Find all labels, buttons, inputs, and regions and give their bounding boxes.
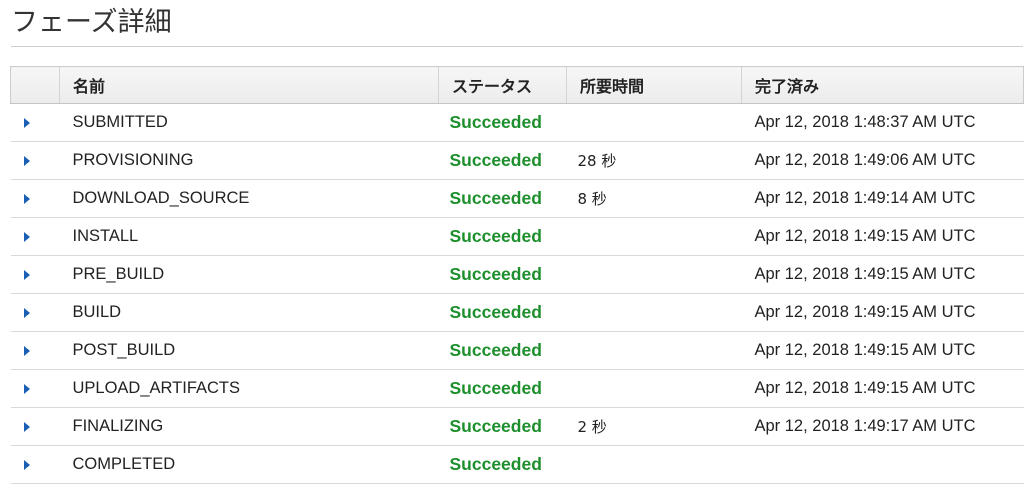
phase-completed-time: Apr 12, 2018 1:49:17 AM UTC: [741, 407, 1024, 446]
column-header-expand: [10, 66, 60, 104]
phase-name: DOWNLOAD_SOURCE: [59, 179, 439, 218]
phase-duration: [566, 331, 742, 370]
phase-status: Succeeded: [438, 217, 567, 256]
phase-status: Succeeded: [438, 141, 567, 180]
phase-name: INSTALL: [59, 217, 439, 256]
phase-completed-time: Apr 12, 2018 1:49:15 AM UTC: [741, 369, 1024, 408]
table-row[interactable]: BUILD Succeeded Apr 12, 2018 1:49:15 AM UT…: [10, 293, 1024, 332]
phase-completed-time: Apr 12, 2018 1:49:14 AM UTC: [741, 179, 1024, 218]
table-header-row: 名前 ステータス 所要時間 完了済み: [10, 66, 1024, 104]
phase-completed-time: Apr 12, 2018 1:49:15 AM UTC: [741, 255, 1024, 294]
row-expand-cell[interactable]: [10, 217, 60, 256]
phase-duration: [566, 293, 742, 332]
column-header-name[interactable]: 名前: [59, 66, 439, 104]
phase-status: Succeeded: [438, 103, 567, 142]
column-header-completed-label: 完了済み: [755, 77, 820, 96]
phase-completed-time: Apr 12, 2018 1:49:15 AM UTC: [741, 293, 1024, 332]
table-row[interactable]: COMPLETED Succeeded: [10, 445, 1024, 484]
phase-duration: 8 秒: [566, 179, 742, 218]
column-header-completed[interactable]: 完了済み: [741, 66, 1024, 104]
caret-right-icon[interactable]: [23, 421, 30, 432]
table-row[interactable]: POST_BUILD Succeeded Apr 12, 2018 1:49:15 …: [10, 331, 1024, 370]
phase-details-table: 名前 ステータス 所要時間 完了済み SUBMITTED Succeeded Apr…: [10, 66, 1024, 484]
caret-right-icon[interactable]: [23, 459, 30, 470]
phase-completed-time: Apr 12, 2018 1:48:37 AM UTC: [741, 103, 1024, 142]
phase-status: Succeeded: [438, 407, 567, 446]
phase-status: Succeeded: [438, 369, 567, 408]
phase-duration: 28 秒: [566, 141, 742, 180]
phase-completed-time: [741, 445, 1024, 484]
row-expand-cell[interactable]: [10, 407, 60, 446]
page-title: フェーズ詳細: [11, 7, 172, 38]
phase-completed-time: Apr 12, 2018 1:49:15 AM UTC: [741, 331, 1024, 370]
table-row[interactable]: PRE_BUILD Succeeded Apr 12, 2018 1:49:15 A…: [10, 255, 1024, 294]
caret-right-icon[interactable]: [23, 345, 30, 356]
phase-completed-time: Apr 12, 2018 1:49:06 AM UTC: [741, 141, 1024, 180]
phase-status: Succeeded: [438, 255, 567, 294]
phase-status: Succeeded: [438, 331, 567, 370]
table-row[interactable]: PROVISIONING Succeeded 28 秒 Apr 12, 2018 1:…: [10, 141, 1024, 180]
phase-status: Succeeded: [438, 445, 567, 484]
caret-right-icon[interactable]: [23, 117, 30, 128]
column-header-status-label: ステータス: [452, 77, 533, 96]
row-expand-cell[interactable]: [10, 179, 60, 218]
row-expand-cell[interactable]: [10, 369, 60, 408]
phase-duration: [566, 445, 742, 484]
phase-name: BUILD: [59, 293, 439, 332]
phase-name: PRE_BUILD: [59, 255, 439, 294]
column-header-name-label: 名前: [73, 77, 106, 96]
phase-completed-time: Apr 12, 2018 1:49:15 AM UTC: [741, 217, 1024, 256]
caret-right-icon[interactable]: [23, 193, 30, 204]
caret-right-icon[interactable]: [23, 155, 30, 166]
phase-duration: [566, 217, 742, 256]
title-divider: [11, 46, 1023, 47]
phase-name: FINALIZING: [59, 407, 439, 446]
column-header-duration[interactable]: 所要時間: [566, 66, 742, 104]
phase-duration: [566, 255, 742, 294]
row-expand-cell[interactable]: [10, 445, 60, 484]
row-expand-cell[interactable]: [10, 255, 60, 294]
caret-right-icon[interactable]: [23, 231, 30, 242]
row-expand-cell[interactable]: [10, 141, 60, 180]
table-row[interactable]: FINALIZING Succeeded 2 秒 Apr 12, 2018 1:49:…: [10, 407, 1024, 446]
row-expand-cell[interactable]: [10, 293, 60, 332]
row-expand-cell[interactable]: [10, 103, 60, 142]
table-row[interactable]: UPLOAD_ARTIFACTS Succeeded Apr 12, 2018 1:…: [10, 369, 1024, 408]
caret-right-icon[interactable]: [23, 269, 30, 280]
phase-duration: [566, 103, 742, 142]
phase-rows: SUBMITTED Succeeded Apr 12, 2018 1:48:37 A…: [10, 103, 1024, 484]
row-expand-cell[interactable]: [10, 331, 60, 370]
caret-right-icon[interactable]: [23, 307, 30, 318]
phase-name: COMPLETED: [59, 445, 439, 484]
phase-status: Succeeded: [438, 179, 567, 218]
phase-duration: 2 秒: [566, 407, 742, 446]
caret-right-icon[interactable]: [23, 383, 30, 394]
column-header-status[interactable]: ステータス: [438, 66, 567, 104]
table-row[interactable]: DOWNLOAD_SOURCE Succeeded 8 秒 Apr 12, 2018 …: [10, 179, 1024, 218]
phase-name: SUBMITTED: [59, 103, 439, 142]
table-row[interactable]: INSTALL Succeeded Apr 12, 2018 1:49:15 AM …: [10, 217, 1024, 256]
phase-name: UPLOAD_ARTIFACTS: [59, 369, 439, 408]
phase-name: POST_BUILD: [59, 331, 439, 370]
phase-duration: [566, 369, 742, 408]
phase-status: Succeeded: [438, 293, 567, 332]
phase-name: PROVISIONING: [59, 141, 439, 180]
column-header-duration-label: 所要時間: [580, 77, 645, 96]
table-row[interactable]: SUBMITTED Succeeded Apr 12, 2018 1:48:37 A…: [10, 103, 1024, 142]
